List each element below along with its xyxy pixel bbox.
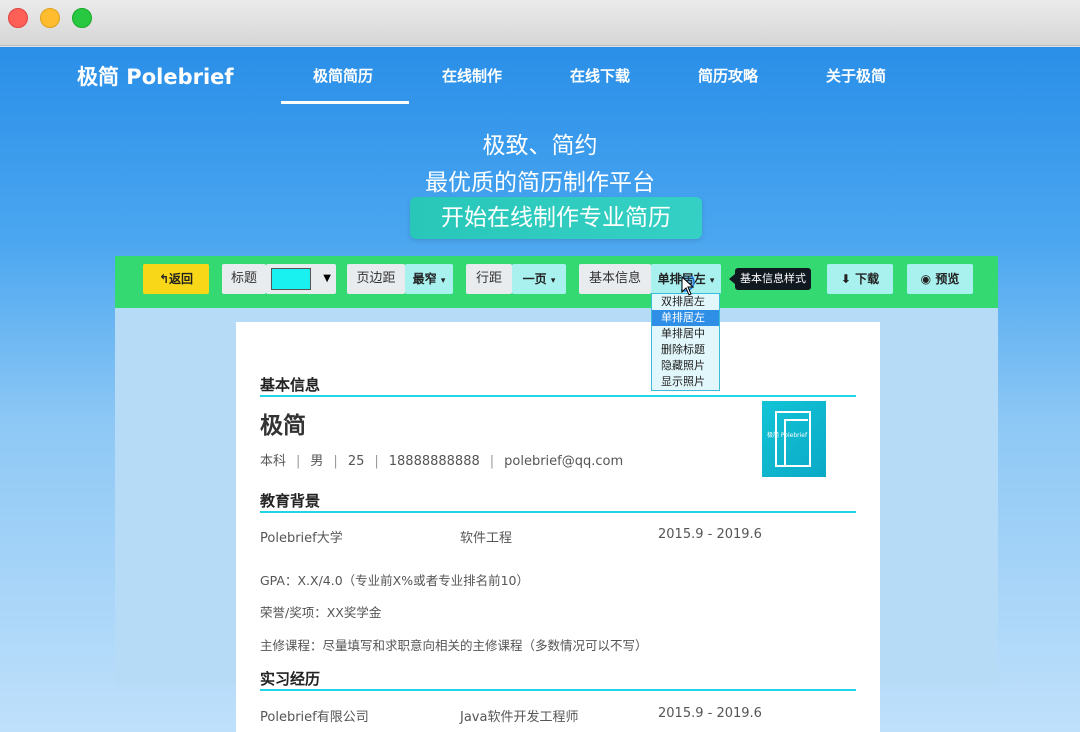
internship-position[interactable]: Java软件开发工程师 <box>460 706 578 725</box>
spacing-label: 行距 <box>466 264 512 294</box>
photo-frame-graphic <box>775 411 811 467</box>
dropdown-arrow-icon: ▼ <box>323 273 331 284</box>
preview-button[interactable]: ◉ 预览 <box>907 264 973 294</box>
dropdown-option-single-center[interactable]: 单排居中 <box>652 326 719 342</box>
dropdown-option-single-left[interactable]: 单排居左 <box>652 310 719 326</box>
education-period[interactable]: 2015.9 - 2019.6 <box>658 527 762 542</box>
dropdown-arrow-icon: ▾ <box>709 276 715 286</box>
section-title-basic: 基本信息 <box>260 376 321 394</box>
resume-paper: 基本信息 极简 本科 | 男 | 25 | 18888888888 | polebrief@qq… <box>236 322 880 732</box>
internship-period[interactable]: 2015.9 - 2019.6 <box>658 706 762 721</box>
editor-toolbar: ↰返回 标题 ▼ 页边距 最窄 ▾ 行距 一页 ▾ 基本信息 单排居左 ▾ 基本… <box>115 256 998 308</box>
margin-label: 页边距 <box>347 264 405 294</box>
download-icon: ⬇ <box>840 272 851 286</box>
basic-info-label: 基本信息 <box>579 264 651 294</box>
hero-slogan-line2: 最优质的简历制作平台 <box>425 170 655 196</box>
nav-item-home[interactable]: 极简简历 <box>313 65 373 86</box>
section-divider <box>260 689 856 691</box>
brand-logo[interactable]: 极简 Polebrief <box>77 61 234 91</box>
section-title-internship: 实习经历 <box>260 670 321 688</box>
profile-photo[interactable]: 极简 Polebrief <box>762 401 826 477</box>
education-honors[interactable]: 荣誉/奖项：XX奖学金 <box>260 602 381 621</box>
nav-item-download[interactable]: 在线下载 <box>570 65 630 86</box>
hero-slogan-line1: 极致、简约 <box>482 133 598 159</box>
dropdown-option-delete-title[interactable]: 删除标题 <box>652 342 719 358</box>
title-color-select[interactable]: ▼ <box>266 264 336 294</box>
close-window-button[interactable] <box>8 8 28 28</box>
section-divider <box>260 511 856 513</box>
resume-name[interactable]: 极简 <box>260 406 306 440</box>
spacing-select[interactable]: 一页 ▾ <box>512 264 566 294</box>
nav-item-online-create[interactable]: 在线制作 <box>442 65 502 86</box>
basic-info-line[interactable]: 本科 | 男 | 25 | 18888888888 | polebrief@qq.com <box>260 450 623 469</box>
dropdown-option-hide-photo[interactable]: 隐藏照片 <box>652 358 719 374</box>
mouse-cursor-icon <box>681 276 695 296</box>
education-courses[interactable]: 主修课程：尽量填写和求职意向相关的主修课程（多数情况可以不写） <box>260 635 648 654</box>
title-color-swatch <box>271 268 311 290</box>
nav-item-about[interactable]: 关于极简 <box>826 65 886 86</box>
maximize-window-button[interactable] <box>72 8 92 28</box>
internship-company[interactable]: Polebrief有限公司 <box>260 706 369 725</box>
back-arrow-icon: ↰ <box>158 272 170 286</box>
basic-info-style-tooltip: 基本信息样式 <box>729 268 811 290</box>
start-create-button[interactable]: 开始在线制作专业简历 <box>410 197 702 239</box>
download-button[interactable]: ⬇ 下载 <box>827 264 893 294</box>
dropdown-arrow-icon: ▾ <box>550 276 556 286</box>
eye-icon: ◉ <box>920 272 932 286</box>
dropdown-arrow-icon: ▾ <box>440 276 446 286</box>
back-button[interactable]: ↰返回 <box>143 264 209 294</box>
photo-logo-text: 极简 Polebrief <box>767 432 808 439</box>
minimize-window-button[interactable] <box>40 8 60 28</box>
dropdown-option-two-column-left[interactable]: 双排居左 <box>652 294 719 310</box>
basic-info-style-dropdown: 双排居左 单排居左 单排居中 删除标题 隐藏照片 显示照片 <box>651 293 720 391</box>
education-gpa[interactable]: GPA：X.X/4.0（专业前X%或者专业排名前10） <box>260 570 529 589</box>
nav-item-guide[interactable]: 简历攻略 <box>698 65 758 86</box>
window-titlebar <box>0 0 1080 46</box>
section-title-education: 教育背景 <box>260 492 321 510</box>
education-school[interactable]: Polebrief大学 <box>260 527 343 546</box>
education-major[interactable]: 软件工程 <box>460 527 512 546</box>
active-nav-indicator <box>281 101 409 104</box>
margin-select[interactable]: 最窄 ▾ <box>405 264 453 294</box>
section-divider <box>260 395 856 397</box>
title-label: 标题 <box>222 264 266 294</box>
dropdown-option-show-photo[interactable]: 显示照片 <box>652 374 719 390</box>
